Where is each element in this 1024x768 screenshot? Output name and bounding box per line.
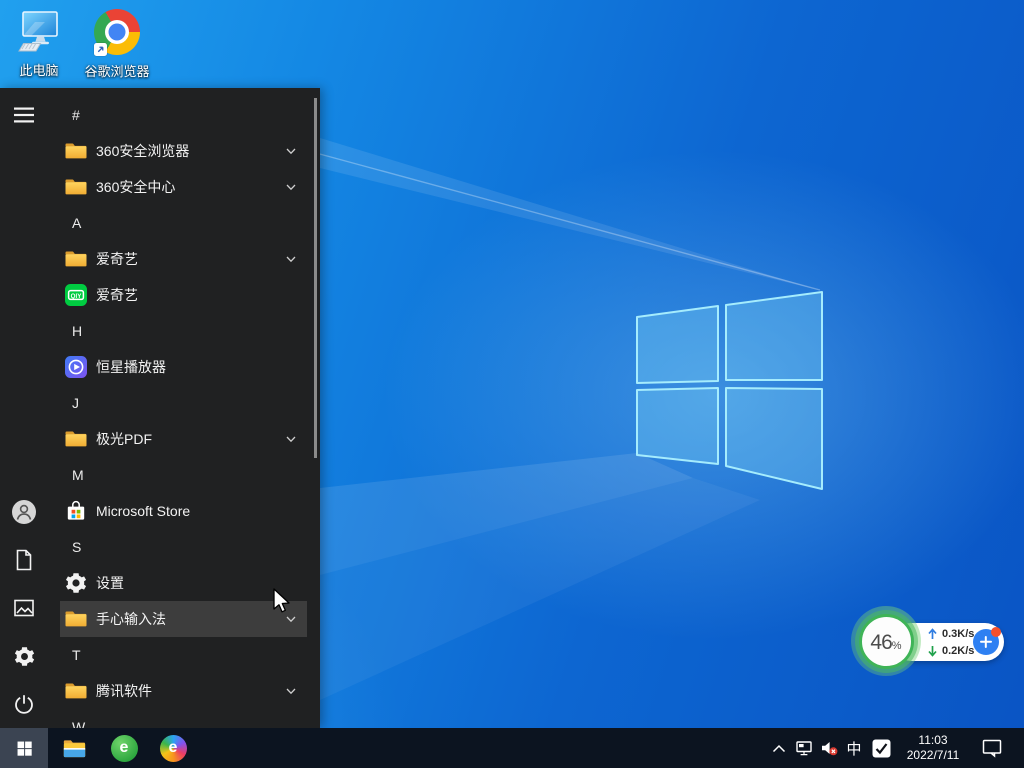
tray-overflow-button[interactable] — [765, 728, 793, 768]
power-button[interactable] — [0, 680, 48, 728]
settings-button[interactable] — [0, 632, 48, 680]
start-menu-panel: # 360安全浏览器 360安全中心 A 爱奇艺 QIY 爱奇艺 H — [0, 88, 320, 728]
memory-percent-value: 46 — [870, 631, 891, 655]
iqiyi-icon: QIY — [64, 283, 88, 307]
upload-speed-value: 0.3K/s — [942, 628, 974, 640]
chevron-down-icon — [285, 433, 297, 445]
media-player-icon — [64, 355, 88, 379]
ethernet-network-icon — [795, 740, 815, 757]
section-header-hash[interactable]: # — [48, 97, 320, 133]
section-header-m[interactable]: M — [48, 457, 320, 493]
power-icon — [12, 692, 36, 716]
chevron-down-icon — [285, 253, 297, 265]
360-safe-browser-button[interactable]: e — [100, 728, 148, 768]
start-item-microsoft-store[interactable]: Microsoft Store — [60, 493, 307, 529]
notification-dot — [991, 627, 1001, 637]
start-item-360-center-folder[interactable]: 360安全中心 — [60, 169, 307, 205]
section-header-a[interactable]: A — [48, 205, 320, 241]
document-icon — [12, 548, 36, 572]
network-tray-button[interactable] — [792, 728, 818, 768]
desktop-icon-label: 此电脑 — [0, 60, 78, 79]
tray-time: 11:03 — [907, 733, 960, 748]
start-item-jiguang-pdf-folder[interactable]: 极光PDF — [60, 421, 307, 457]
section-header-w[interactable]: W — [48, 709, 320, 728]
windows-flag-logo — [637, 292, 822, 489]
start-item-star-player[interactable]: 恒星播放器 — [60, 349, 307, 385]
start-item-tencent-folder[interactable]: 腾讯软件 — [60, 673, 307, 709]
360-speed-browser-button[interactable]: e — [149, 728, 197, 768]
checkmark-app-icon — [871, 738, 892, 759]
start-menu-app-list: # 360安全浏览器 360安全中心 A 爱奇艺 QIY 爱奇艺 H — [48, 88, 320, 728]
section-header-j[interactable]: J — [48, 385, 320, 421]
section-header-t[interactable]: T — [48, 637, 320, 673]
desktop-icon-chrome[interactable]: 谷歌浏览器 — [78, 8, 156, 80]
speaker-muted-icon — [820, 740, 839, 757]
action-center-icon — [981, 738, 1003, 758]
shortcut-arrow-icon — [94, 43, 107, 56]
section-header-s[interactable]: S — [48, 529, 320, 565]
chevron-down-icon — [285, 145, 297, 157]
ball-ring: 46% — [855, 610, 918, 673]
360-speed-browser-icon: e — [160, 735, 187, 762]
360-safe-browser-icon: e — [111, 735, 138, 762]
documents-button[interactable] — [0, 536, 48, 584]
start-menu-scrollbar[interactable] — [314, 98, 317, 458]
accelerate-plus-button[interactable] — [973, 629, 999, 655]
ball-core: 46% — [859, 614, 914, 669]
this-pc-icon — [15, 8, 63, 56]
hamburger-icon — [13, 106, 35, 124]
chevron-down-icon — [285, 685, 297, 697]
volume-tray-button[interactable] — [816, 728, 842, 768]
folder-icon — [64, 679, 88, 703]
net-speed-rows: 0.3K/s 0.2K/s — [928, 625, 974, 659]
desktop-icon-label: 谷歌浏览器 — [78, 61, 156, 80]
chevron-down-icon — [285, 613, 297, 625]
file-explorer-icon — [61, 735, 88, 762]
start-item-iqiyi-app[interactable]: QIY 爱奇艺 — [60, 277, 307, 313]
microsoft-store-icon — [64, 499, 88, 523]
desktop-icon-this-pc[interactable]: 此电脑 — [0, 8, 78, 79]
tray-date: 2022/7/11 — [907, 748, 960, 763]
folder-icon — [64, 247, 88, 271]
download-speed-value: 0.2K/s — [942, 645, 974, 657]
expand-menu-button[interactable] — [0, 91, 48, 139]
start-item-settings[interactable]: 设置 — [60, 565, 307, 601]
start-item-360-browser-folder[interactable]: 360安全浏览器 — [60, 133, 307, 169]
ime-language-label: 中 — [846, 738, 861, 759]
memory-usage-ball[interactable]: 46% — [851, 606, 921, 676]
user-avatar-icon — [11, 499, 37, 525]
folder-icon — [64, 607, 88, 631]
gear-icon — [64, 571, 88, 595]
start-menu-rail — [0, 88, 48, 728]
pictures-icon — [12, 596, 36, 620]
antivirus-tray-button[interactable] — [866, 728, 896, 768]
start-item-iqiyi-folder[interactable]: 爱奇艺 — [60, 241, 307, 277]
svg-text:QIY: QIY — [71, 293, 83, 300]
taskbar: e e 中 11:03 2022/7/1 — [0, 728, 1024, 768]
folder-icon — [64, 427, 88, 451]
windows-logo-icon — [16, 740, 33, 757]
folder-icon — [64, 139, 88, 163]
download-arrow-icon — [928, 645, 937, 657]
folder-icon — [64, 175, 88, 199]
ime-indicator-button[interactable]: 中 — [842, 728, 866, 768]
section-header-h[interactable]: H — [48, 313, 320, 349]
chevron-down-icon — [285, 181, 297, 193]
user-account-button[interactable] — [0, 488, 48, 536]
action-center-button[interactable] — [972, 728, 1012, 768]
chevron-up-icon — [772, 744, 786, 753]
gear-icon — [13, 645, 36, 668]
clock-button[interactable]: 11:03 2022/7/11 — [896, 728, 970, 768]
start-button[interactable] — [0, 728, 48, 768]
start-item-shouxin-ime-folder[interactable]: 手心输入法 — [60, 601, 307, 637]
upload-arrow-icon — [928, 628, 937, 640]
pictures-button[interactable] — [0, 584, 48, 632]
chrome-icon — [93, 9, 141, 57]
file-explorer-button[interactable] — [50, 728, 98, 768]
